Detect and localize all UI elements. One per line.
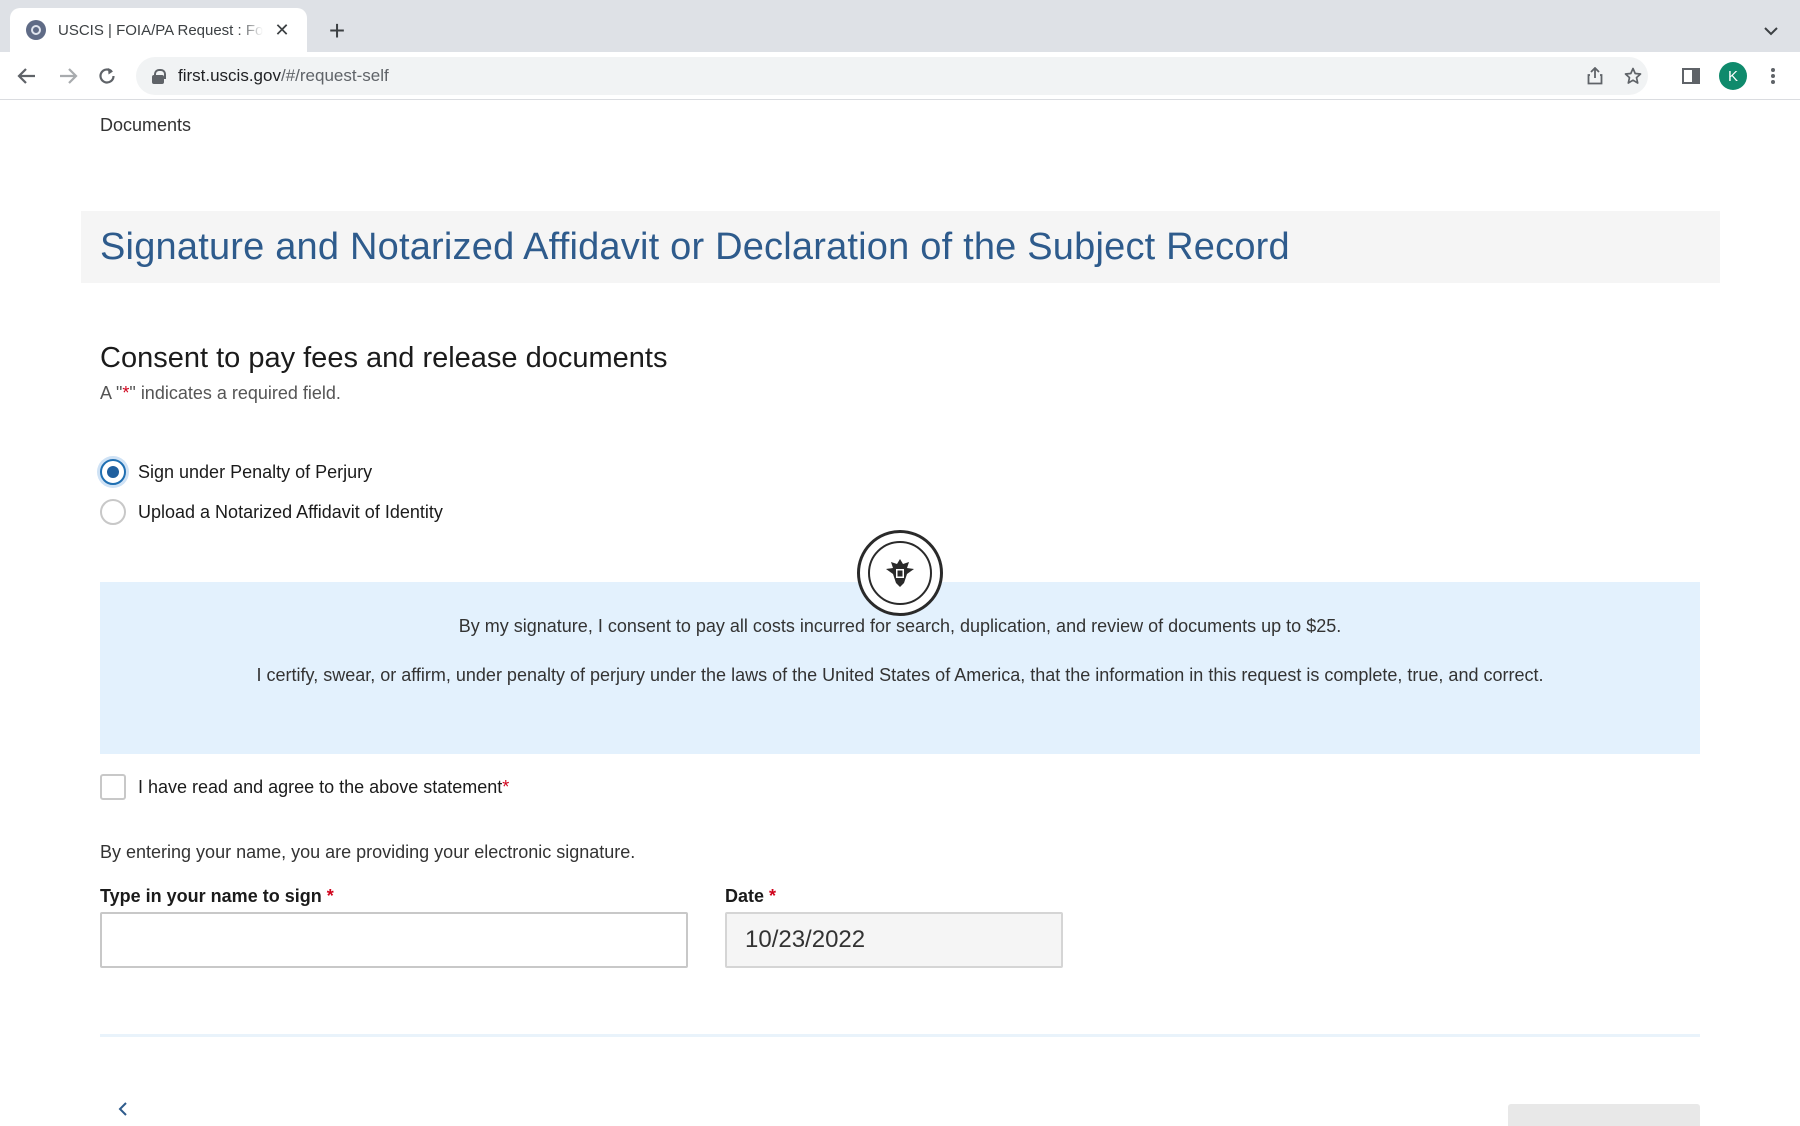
close-icon[interactable]: ✕ <box>271 19 293 41</box>
agree-label-text: I have read and agree to the above state… <box>138 776 503 797</box>
reload-icon[interactable] <box>92 61 122 91</box>
date-input[interactable] <box>725 912 1063 968</box>
address-bar[interactable]: first.uscis.gov/#/request-self <box>136 57 1648 95</box>
tab-title: USCIS | FOIA/PA Request : Form <box>58 21 263 39</box>
esignature-note: By entering your name, you are providing… <box>100 842 636 862</box>
consent-perjury-statement: I certify, swear, or affirm, under penal… <box>256 665 1544 685</box>
required-star: * <box>502 776 510 797</box>
forward-arrow-icon[interactable] <box>53 61 83 91</box>
dhs-seal-icon <box>857 530 943 616</box>
date-field-label: Date * <box>725 886 776 907</box>
url-text: first.uscis.gov/#/request-self <box>178 66 389 86</box>
required-note-suffix: " indicates a required field. <box>129 383 341 403</box>
chevron-left-icon <box>118 1102 127 1116</box>
back-button[interactable] <box>118 1100 128 1121</box>
agree-checkbox[interactable] <box>100 774 126 800</box>
eagle-icon <box>886 559 914 587</box>
profile-avatar[interactable]: K <box>1719 62 1747 90</box>
required-star: * <box>769 886 777 906</box>
name-field-label-text: Type in your name to sign <box>100 886 322 906</box>
name-field-label: Type in your name to sign * <box>100 886 334 907</box>
url-host: first.uscis.gov <box>178 66 281 85</box>
page-title: Signature and Notarized Affidavit or Dec… <box>100 226 1290 268</box>
section-divider <box>100 1034 1700 1037</box>
share-icon[interactable] <box>1582 63 1608 89</box>
uscis-favicon-icon <box>26 20 46 40</box>
date-field-label-text: Date <box>725 886 765 906</box>
url-path: /#/request-self <box>280 66 389 85</box>
documents-link[interactable]: Documents <box>100 115 191 136</box>
radio-button[interactable] <box>100 499 126 525</box>
browser-toolbar: first.uscis.gov/#/request-self K <box>0 52 1800 100</box>
lock-icon[interactable] <box>152 68 166 84</box>
seal-inner-ring <box>868 541 932 605</box>
section-title: Consent to pay fees and release document… <box>100 342 668 374</box>
radio-label: Sign under Penalty of Perjury <box>138 461 373 482</box>
submit-request-button[interactable] <box>1508 1104 1700 1126</box>
signature-name-input[interactable] <box>100 912 688 968</box>
radio-upload-notarized-affidavit[interactable]: Upload a Notarized Affidavit of Identity <box>100 499 443 525</box>
radio-sign-penalty-of-perjury[interactable]: Sign under Penalty of Perjury <box>100 459 372 485</box>
required-field-note: A "*" indicates a required field. <box>100 383 341 404</box>
side-panel-icon[interactable] <box>1676 61 1706 91</box>
browser-tab[interactable]: USCIS | FOIA/PA Request : Form ✕ <box>10 8 307 52</box>
radio-button[interactable] <box>100 459 126 485</box>
required-star: * <box>326 886 334 906</box>
page-content: Documents Signature and Notarized Affida… <box>0 100 1800 1126</box>
browser-tab-strip: USCIS | FOIA/PA Request : Form ✕ + <box>0 0 1800 52</box>
radio-label: Upload a Notarized Affidavit of Identity <box>138 501 443 522</box>
agree-checkbox-row[interactable]: I have read and agree to the above state… <box>100 774 509 800</box>
more-menu-icon[interactable] <box>1758 61 1788 91</box>
bookmark-star-icon[interactable] <box>1620 63 1646 89</box>
consent-fee-statement: By my signature, I consent to pay all co… <box>458 616 1342 636</box>
chevron-down-icon[interactable] <box>1756 18 1786 44</box>
required-note-prefix: A " <box>100 383 123 403</box>
new-tab-plus-icon[interactable]: + <box>322 16 352 46</box>
agree-label: I have read and agree to the above state… <box>138 777 509 798</box>
back-arrow-icon[interactable] <box>12 61 42 91</box>
